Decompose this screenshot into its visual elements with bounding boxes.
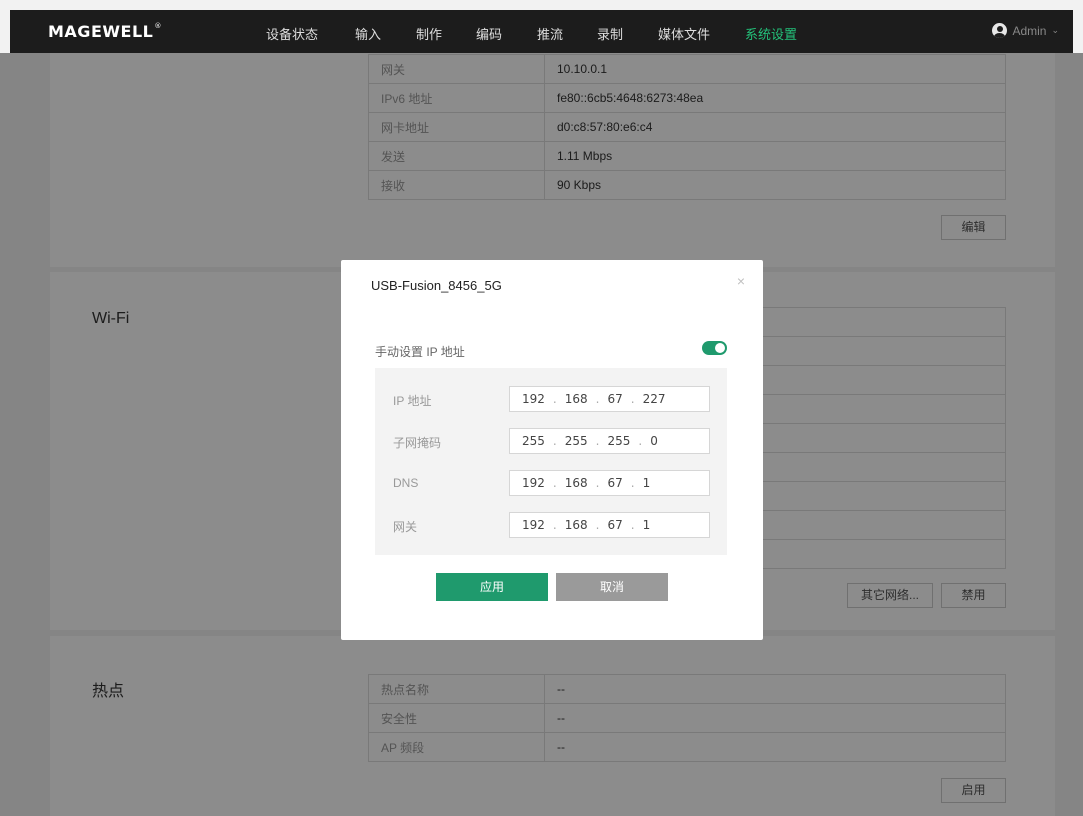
dns-field[interactable]: 192. 168. 67. 1 [509, 470, 710, 496]
dialog-title: USB-Fusion_8456_5G [371, 278, 502, 293]
toggle-knob [715, 343, 725, 353]
user-name: Admin [1012, 23, 1047, 38]
nav-item-input[interactable]: 输入 [355, 24, 381, 43]
nav-item-recording[interactable]: 录制 [597, 24, 623, 43]
user-menu[interactable]: Admin ⌄ [992, 23, 1059, 38]
manual-ip-toggle[interactable] [702, 341, 727, 355]
top-nav-bar: MAGEWELL® 设备状态 输入 制作 编码 推流 录制 媒体文件 系统设置 … [10, 10, 1073, 53]
nav-item-system-settings[interactable]: 系统设置 [745, 24, 797, 43]
manual-ip-label: 手动设置 IP 地址 [375, 345, 465, 359]
user-avatar-icon [992, 23, 1008, 38]
apply-button[interactable]: 应用 [436, 573, 548, 601]
cancel-button[interactable]: 取消 [556, 573, 668, 601]
dns-label: DNS [393, 476, 419, 490]
nav-item-media-files[interactable]: 媒体文件 [658, 24, 710, 43]
nav-item-encoding[interactable]: 编码 [476, 24, 502, 43]
subnet-mask-field[interactable]: 255. 255. 255. 0 [509, 428, 710, 454]
subnet-mask-label: 子网掩码 [393, 436, 442, 450]
brand-logo[interactable]: MAGEWELL® [48, 22, 162, 41]
network-settings-dialog: USB-Fusion_8456_5G × 手动设置 IP 地址 IP 地址 19… [341, 260, 763, 640]
nav-item-production[interactable]: 制作 [416, 24, 442, 43]
close-icon[interactable]: × [737, 273, 745, 289]
chevron-down-icon: ⌄ [1051, 25, 1059, 35]
gateway-label: 网关 [393, 520, 418, 534]
gateway-field[interactable]: 192. 168. 67. 1 [509, 512, 710, 538]
ip-address-label: IP 地址 [393, 394, 432, 408]
ip-address-field[interactable]: 192. 168. 67. 227 [509, 386, 710, 412]
nav-item-streaming[interactable]: 推流 [537, 24, 563, 43]
nav-item-device-status[interactable]: 设备状态 [266, 24, 318, 43]
